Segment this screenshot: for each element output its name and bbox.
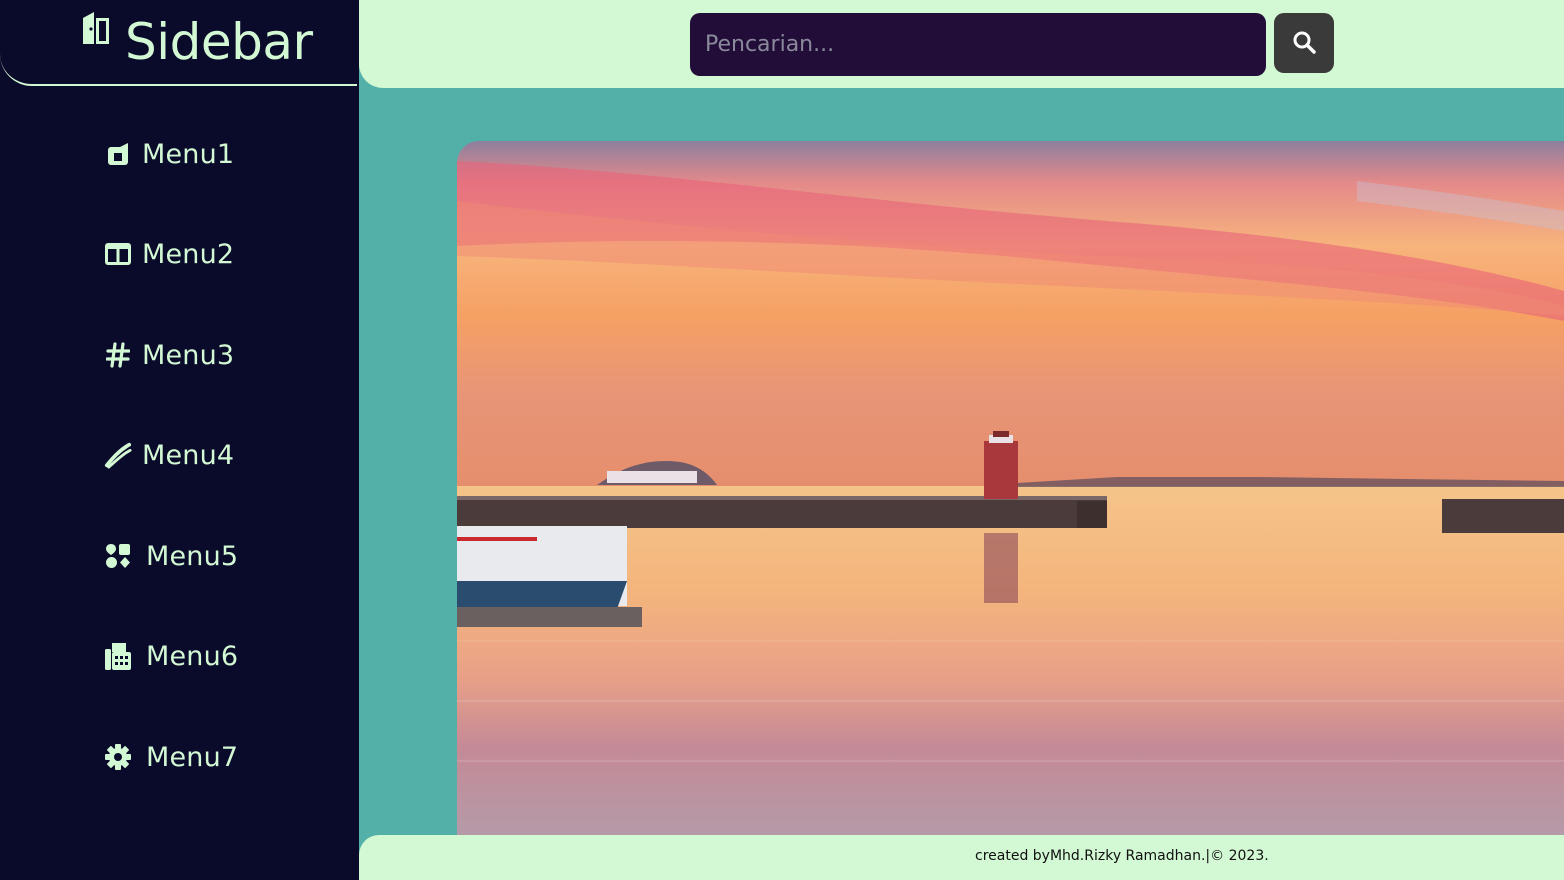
columns-icon (104, 240, 132, 268)
sidebar-item-menu1[interactable]: Menu1 (104, 134, 304, 174)
sidebar-item-label: Menu5 (146, 540, 239, 572)
sidebar-item-menu5[interactable]: Menu5 (104, 536, 304, 576)
sidebar-item-menu4[interactable]: Menu4 (104, 435, 304, 475)
gear-icon (104, 743, 132, 771)
shapes-icon (104, 542, 132, 570)
search-button[interactable] (1274, 13, 1334, 73)
slash-brush-icon (104, 441, 132, 469)
sidebar-item-menu7[interactable]: Menu7 (104, 737, 304, 777)
sidebar-item-label: Menu1 (142, 138, 235, 170)
search-input[interactable] (690, 13, 1266, 76)
fax-icon (104, 642, 132, 670)
door-open-icon (80, 10, 112, 46)
sidebar-item-label: Menu6 (146, 640, 239, 672)
footer: created byMhd.Rizky Ramadhan.|© 2023. (359, 835, 1564, 880)
sidebar-brand[interactable]: Sidebar (0, 0, 357, 86)
sidebar-item-label: Menu4 (142, 439, 235, 471)
topbar (359, 0, 1564, 88)
sidebar-title: Sidebar (125, 13, 313, 71)
sunset-harbor-photo (457, 141, 1564, 835)
sidebar-item-label: Menu3 (142, 339, 235, 371)
sidebar-item-menu6[interactable]: Menu6 (104, 636, 304, 676)
square-icon (104, 140, 132, 168)
footer-credit: created byMhd.Rizky Ramadhan.|© 2023. (975, 848, 1269, 864)
sidebar-item-label: Menu2 (142, 238, 235, 270)
hashtag-icon (104, 341, 132, 369)
sidebar-item-label: Menu7 (146, 741, 239, 773)
search-icon (1292, 30, 1316, 57)
sidebar: Sidebar Menu1 Menu2 Menu3 Menu4 Menu5 Me… (0, 0, 359, 880)
sidebar-item-menu2[interactable]: Menu2 (104, 234, 304, 274)
sidebar-item-menu3[interactable]: Menu3 (104, 335, 304, 375)
